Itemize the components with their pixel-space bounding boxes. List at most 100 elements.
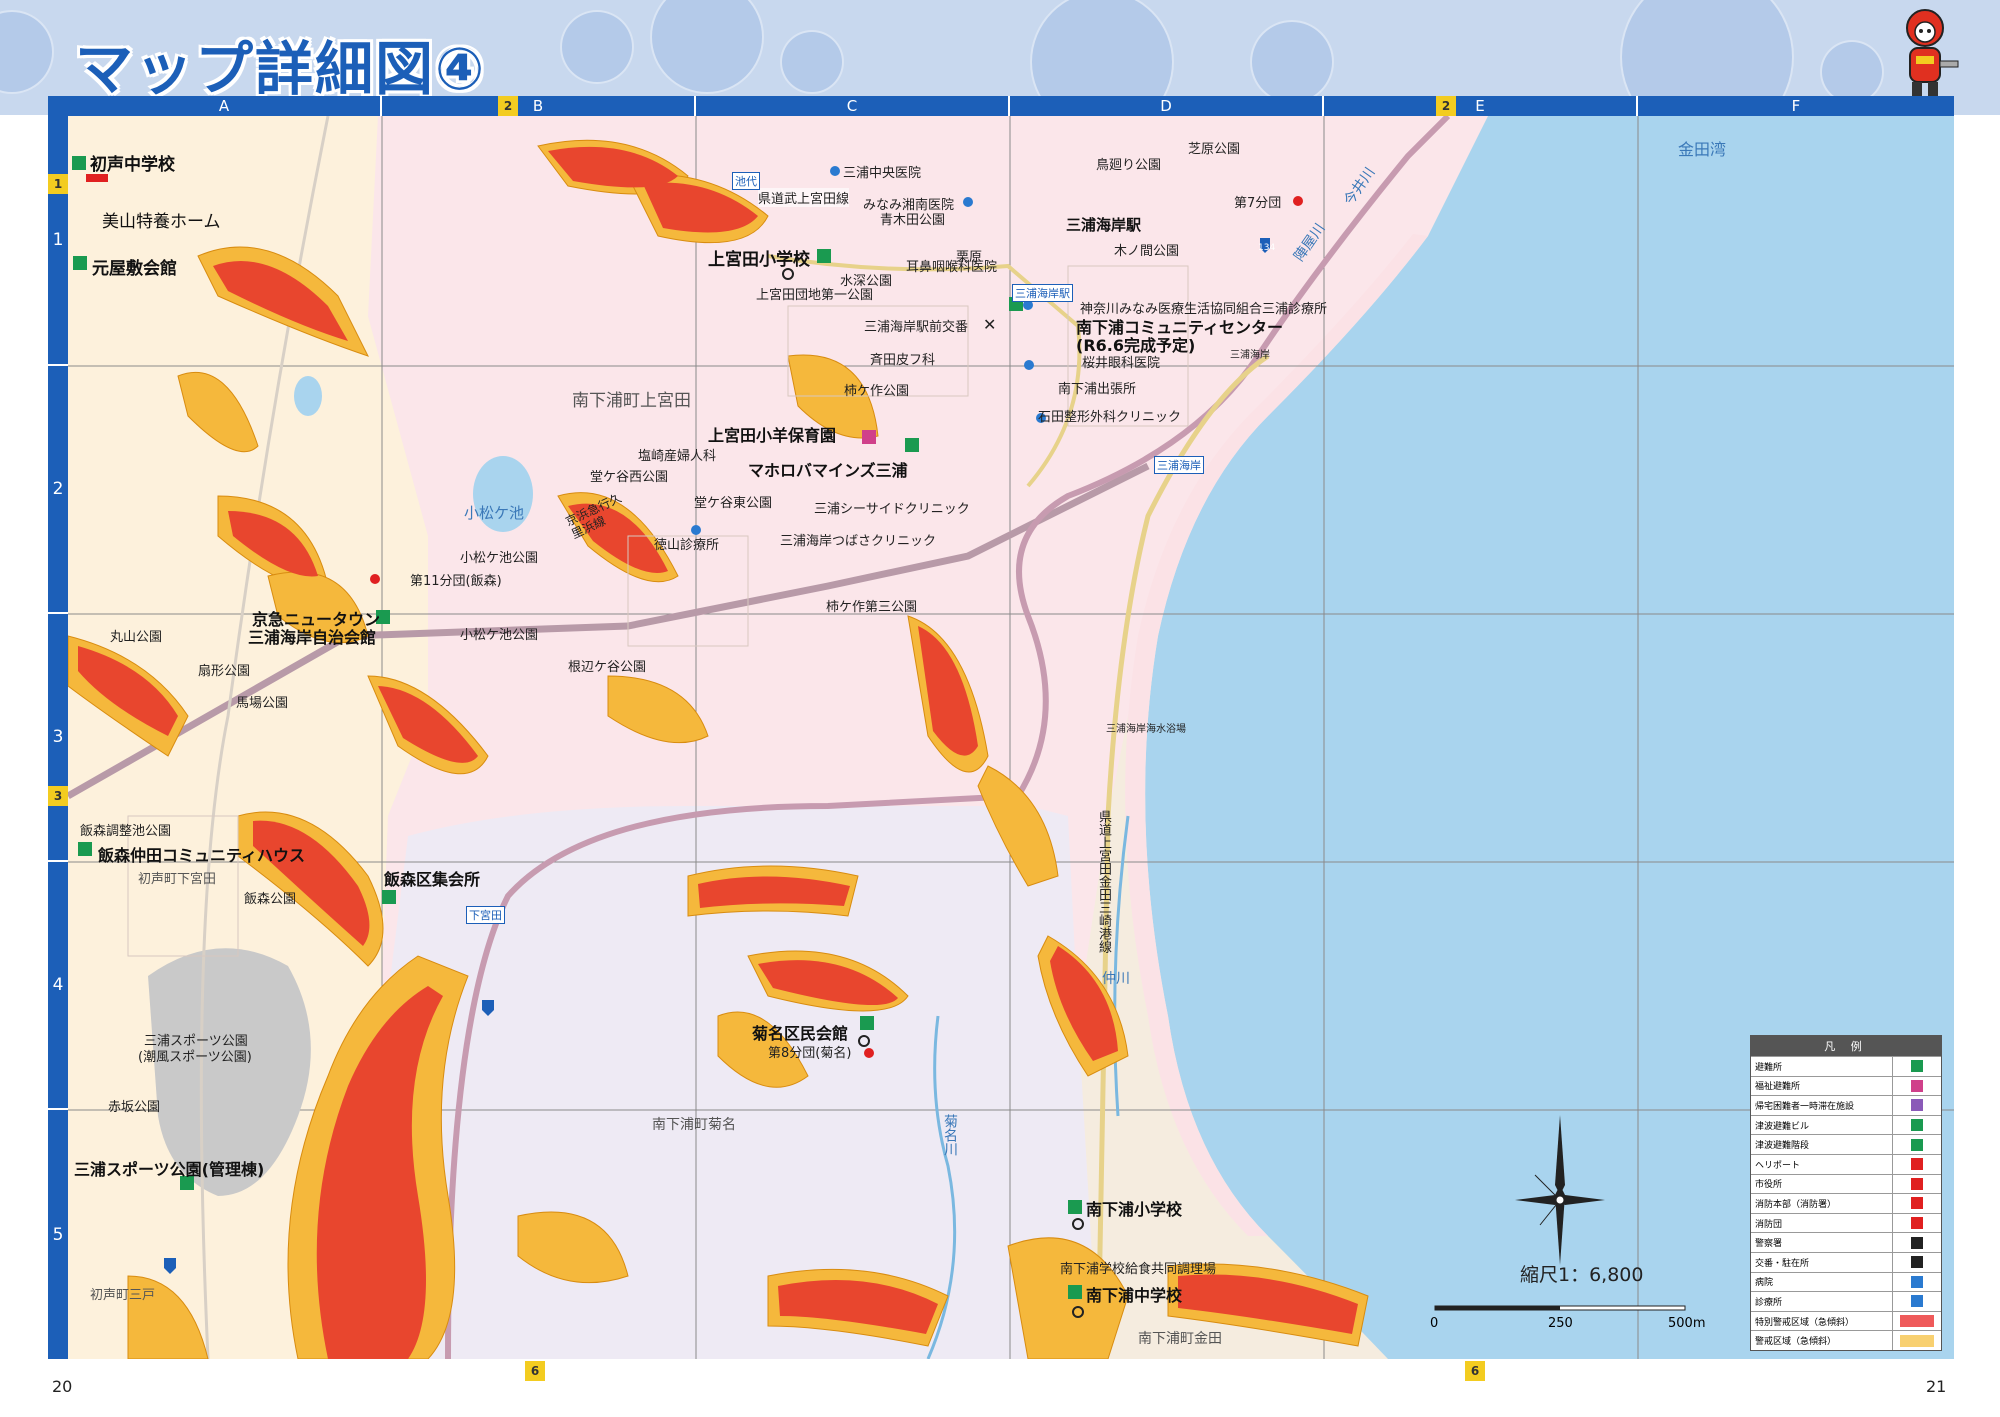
fire-brigade-icon	[370, 574, 380, 584]
label-hatsukoe-sando: 初声町三戸	[90, 1288, 156, 1303]
label-ohgata: 扇形公園	[198, 664, 251, 679]
legend-item-label: ヘリポート	[1755, 1160, 1801, 1171]
label-shimomiyata-tag: 下宮田	[466, 906, 505, 924]
label-ikeshiro-tag: 池代	[732, 172, 760, 190]
legend-item-label: 交番・駐在所	[1755, 1258, 1810, 1269]
zone-swatch	[1892, 1331, 1941, 1350]
detail-map[interactable]: ✕ 初声中学校 美山特養ホーム 元屋敷会館 上宮田小学校 三浦中央医院 県道武上…	[68, 116, 1954, 1359]
label-komatsugaike: 小松ケ池	[464, 504, 525, 522]
koban-icon: ✕	[983, 315, 996, 334]
label-kamimiyata-danchi: 上宮田団地第一公園	[756, 288, 874, 303]
label-iimori-nakata: 飯森仲田コミュニティハウス	[98, 846, 306, 865]
label-minamishitaura-jhs: 南下浦中学校	[1086, 1286, 1183, 1305]
column-grid-header: A B C D E F	[48, 96, 1954, 116]
label-kaneda-bay: 金田湾	[1678, 140, 1727, 159]
label-seaside-clinic: 三浦シーサイドクリニック	[814, 502, 970, 517]
label-sports-kanri: 三浦スポーツ公園(管理棟)	[74, 1160, 265, 1179]
legend-title: 凡 例	[1751, 1036, 1941, 1056]
firefighter-mascot-icon	[1906, 9, 1959, 100]
label-bundan11: 第11分団(飯森)	[410, 574, 502, 589]
label-bundan8: 第8分団(菊名)	[768, 1046, 852, 1061]
label-station-tag: 三浦海岸駅	[1012, 284, 1073, 302]
label-kakigasaku: 柿ケ作公園	[844, 384, 910, 399]
heliport-icon	[86, 174, 108, 182]
fire-brigade-icon	[1892, 1213, 1941, 1233]
shelter-icon	[1068, 1200, 1082, 1214]
column-label: A	[68, 96, 382, 116]
row-label: 1	[48, 116, 68, 366]
label-saida: 斉田皮フ科	[870, 353, 936, 368]
heliport-icon	[1892, 1154, 1941, 1174]
stay-facility-icon	[1892, 1096, 1941, 1115]
label-jichikaikan: 三浦海岸自治会館	[248, 628, 377, 647]
hospital-icon	[1892, 1272, 1941, 1292]
label-kinoshita: 木ノ間公園	[1114, 244, 1180, 259]
label-route-134: 134	[1258, 243, 1276, 253]
legend-item: 市役所	[1751, 1173, 1941, 1194]
special-zone-swatch	[1892, 1311, 1941, 1331]
label-area-kikuna: 南下浦町菊名	[652, 1117, 736, 1133]
legend-item: 警察署	[1751, 1232, 1941, 1252]
clinic-icon	[1024, 360, 1034, 370]
column-label: E	[1324, 96, 1638, 116]
label-aokida-park: 青木田公園	[880, 213, 946, 228]
legend-item-label: 警察署	[1755, 1239, 1783, 1250]
legend-item: 病院	[1751, 1271, 1941, 1292]
decor-bubble	[1250, 20, 1334, 104]
koban-icon	[1892, 1252, 1941, 1272]
police-icon	[1892, 1233, 1941, 1252]
label-baba: 馬場公園	[236, 696, 289, 711]
label-komatsu-park1: 小松ケ池公園	[460, 551, 539, 566]
column-label: C	[696, 96, 1010, 116]
label-sports-park2: (潮風スポーツ公園)	[138, 1050, 252, 1065]
compass-rose-icon	[1515, 1115, 1605, 1265]
edge-marker-bottom: 6	[1465, 1361, 1485, 1381]
clinic-icon	[963, 197, 973, 207]
label-dougayanishi: 堂ケ谷西公園	[590, 470, 669, 485]
tsunami-building-icon	[905, 438, 919, 452]
clinic-icon	[1892, 1292, 1941, 1311]
shelter-icon	[78, 842, 92, 856]
edge-marker-top: 2	[1436, 96, 1456, 116]
decor-bubble	[650, 0, 764, 94]
label-dougayahigashi: 堂ケ谷東公園	[694, 496, 773, 511]
label-miurakaigan-station: 三浦海岸駅	[1066, 216, 1142, 234]
label-miurakaigan: 三浦海岸	[1230, 350, 1270, 361]
column-label: D	[1010, 96, 1324, 116]
column-label: B	[382, 96, 696, 116]
pond	[294, 376, 322, 416]
shelter-icon	[72, 156, 86, 170]
legend-item: 津波避難階段	[1751, 1134, 1941, 1154]
fire-brigade-icon	[1293, 196, 1303, 206]
shelter-icon	[817, 249, 831, 263]
city-hall-icon	[1892, 1174, 1941, 1194]
label-sakurai: 桜井眼科医院	[1082, 356, 1161, 371]
tsunami-stairs-icon	[1892, 1135, 1941, 1154]
map-canvas[interactable]: ✕	[68, 116, 1954, 1359]
legend-item: 帰宅困難者一時滞在施設	[1751, 1095, 1941, 1115]
label-area-kamimiyata: 南下浦町上宮田	[572, 391, 691, 411]
shelter-icon	[1068, 1285, 1082, 1299]
legend-item-label: 消防本部（消防署）	[1755, 1199, 1837, 1210]
label-area-kaneda: 南下浦町金田	[1138, 1331, 1222, 1347]
legend-item-label: 避難所	[1755, 1062, 1783, 1073]
label-prefroad-kamimiyata: 県道武上宮田線	[758, 188, 850, 207]
label-iimori-kushukai: 飯森区集会所	[384, 870, 481, 889]
label-kikuna-kumin: 菊名区民会館	[752, 1024, 849, 1043]
legend-item-label: 警戒区域（急傾斜）	[1755, 1337, 1837, 1348]
label-hatsukoe-jhs: 初声中学校	[90, 155, 175, 175]
label-motoyashiki: 元屋敷会館	[92, 259, 177, 279]
legend-item: 福祉避難所	[1751, 1075, 1941, 1096]
decor-bubble	[780, 30, 844, 94]
edge-marker-left: 3	[48, 786, 68, 806]
legend-item: 交番・駐在所	[1751, 1251, 1941, 1272]
hospital-icon	[830, 166, 840, 176]
edge-marker-bottom: 6	[525, 1361, 545, 1381]
decor-bubble	[0, 10, 54, 94]
label-tokuyama: 徳山診療所	[654, 538, 720, 553]
label-minamishitaura-es: 南下浦小学校	[1086, 1200, 1183, 1219]
legend-item-label: 帰宅困難者一時滞在施設	[1755, 1101, 1855, 1112]
edge-marker-top: 2	[498, 96, 518, 116]
legend-item-label: 福祉避難所	[1755, 1082, 1801, 1093]
legend-item: 特別警戒区域（急傾斜）	[1751, 1310, 1941, 1331]
